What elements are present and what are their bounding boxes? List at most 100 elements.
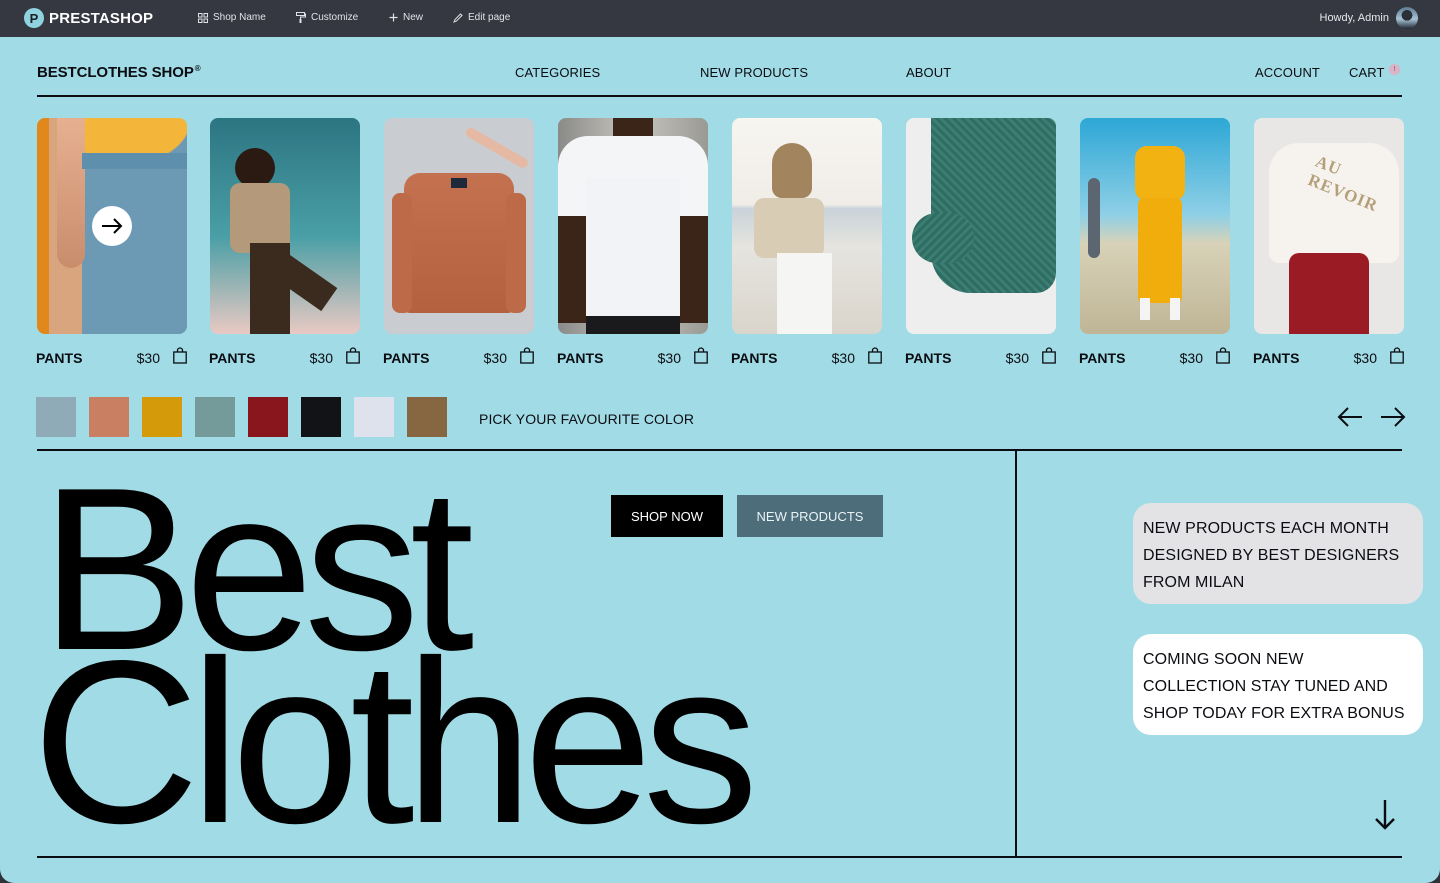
tshirt-body-shape <box>586 178 680 323</box>
arrow-left-icon[interactable] <box>1337 406 1363 428</box>
info-card-line: SHOP TODAY FOR EXTRA BONUS <box>1143 705 1405 722</box>
sleeve-left-shape <box>392 193 412 313</box>
sleeve-right-shape <box>506 193 526 313</box>
carousel-next-button[interactable] <box>92 206 132 246</box>
yellow-hoodie-shape <box>1135 146 1185 201</box>
product-price: $30 <box>831 350 855 366</box>
prestashop-logo[interactable]: P PRESTASHOP <box>24 8 153 28</box>
info-card-line: COMING SOON NEW <box>1143 651 1304 668</box>
color-swatch[interactable] <box>407 397 447 437</box>
product-card[interactable]: PANTS $30 <box>209 118 360 366</box>
arm-shape <box>57 118 85 268</box>
product-image[interactable] <box>558 118 708 334</box>
yellow-pants-shape <box>1138 198 1182 303</box>
product-image[interactable] <box>1080 118 1230 334</box>
nav-cart[interactable]: CART <box>1349 65 1385 80</box>
brand-logo[interactable]: BESTCLOTHES SHOP® <box>37 64 201 81</box>
product-name: PANTS <box>731 350 778 366</box>
product-image[interactable] <box>906 118 1056 334</box>
hero-title-line-2: Clothes <box>32 613 759 872</box>
info-card-line: COLLECTION STAY TUNED AND <box>1143 678 1388 695</box>
product-card[interactable]: PANTS $30 <box>383 118 534 366</box>
shop-now-button[interactable]: SHOP NOW <box>611 495 723 537</box>
product-price: $30 <box>657 350 681 366</box>
color-swatch[interactable] <box>354 397 394 437</box>
shopping-bag-icon[interactable] <box>1042 347 1056 364</box>
admin-shop-name-label: Shop Name <box>213 12 266 23</box>
new-products-button[interactable]: NEW PRODUCTS <box>737 495 883 537</box>
prestashop-logo-text: PRESTASHOP <box>49 9 154 27</box>
boot-left-shape <box>1140 298 1150 320</box>
color-swatch[interactable] <box>142 397 182 437</box>
product-name: PANTS <box>36 350 83 366</box>
shopping-bag-icon[interactable] <box>1216 347 1230 364</box>
shopping-bag-icon[interactable] <box>694 347 708 364</box>
shopping-bag-icon[interactable] <box>346 347 360 364</box>
product-card[interactable]: PANTS $30 <box>905 118 1056 366</box>
product-image[interactable] <box>732 118 882 334</box>
admin-avatar <box>1396 7 1418 29</box>
product-name: PANTS <box>383 350 430 366</box>
hoop-pole-shape <box>1088 178 1100 258</box>
hero-vertical-divider <box>1015 451 1017 857</box>
shopping-bag-icon[interactable] <box>173 347 187 364</box>
nav-categories[interactable]: CATEGORIES <box>515 65 600 80</box>
brand-name: BESTCLOTHES SHOP <box>37 64 194 81</box>
product-name: PANTS <box>557 350 604 366</box>
blouse-shape <box>754 198 824 258</box>
product-price: $30 <box>309 350 333 366</box>
color-swatch[interactable] <box>89 397 129 437</box>
admin-edit-page-link[interactable]: Edit page <box>453 12 510 23</box>
product-name: PANTS <box>209 350 256 366</box>
white-pants-shape <box>777 253 832 334</box>
product-price: $30 <box>483 350 507 366</box>
info-card-line: FROM MILAN <box>1143 574 1245 591</box>
product-price: $30 <box>136 350 160 366</box>
storefront-page: BESTCLOTHES SHOP® CATEGORIES NEW PRODUCT… <box>0 37 1440 883</box>
nav-new-products[interactable]: NEW PRODUCTS <box>700 65 808 80</box>
color-swatch[interactable] <box>301 397 341 437</box>
admin-customize-link[interactable]: Customize <box>296 12 358 23</box>
product-image[interactable]: AU REVOIR <box>1254 118 1404 334</box>
admin-shop-name-link[interactable]: Shop Name <box>198 12 266 23</box>
color-swatch[interactable] <box>195 397 235 437</box>
product-card[interactable]: PANTS $30 <box>1079 118 1230 366</box>
knit-sweater-shape <box>931 118 1056 293</box>
nav-about[interactable]: ABOUT <box>906 65 951 80</box>
shopping-bag-icon[interactable] <box>1390 347 1404 364</box>
product-price: $30 <box>1005 350 1029 366</box>
header-divider <box>37 95 1402 97</box>
info-card-coming-soon: COMING SOON NEW COLLECTION STAY TUNED AN… <box>1133 634 1423 735</box>
product-image[interactable] <box>210 118 360 334</box>
product-image[interactable] <box>384 118 534 334</box>
product-card[interactable]: PANTS $30 <box>731 118 882 366</box>
pants-shape <box>586 316 680 334</box>
head-shape <box>235 148 275 188</box>
pencil-icon <box>453 12 463 23</box>
info-card-new-products: NEW PRODUCTS EACH MONTH DESIGNED BY BEST… <box>1133 503 1423 604</box>
color-swatch[interactable] <box>248 397 288 437</box>
hand-shape <box>464 126 530 170</box>
color-swatch[interactable] <box>36 397 76 437</box>
product-price: $30 <box>1179 350 1203 366</box>
admin-customize-label: Customize <box>311 12 359 23</box>
nav-account[interactable]: ACCOUNT <box>1255 65 1320 80</box>
product-card[interactable]: AU REVOIR PANTS $30 <box>1253 118 1404 366</box>
waistband-shape <box>82 153 187 169</box>
jacket-shape <box>404 173 514 313</box>
product-price: $30 <box>1353 350 1377 366</box>
product-card[interactable]: PANTS $30 <box>557 118 708 366</box>
pick-color-label: PICK YOUR FAVOURITE COLOR <box>479 411 695 427</box>
arrow-right-icon[interactable] <box>1380 406 1406 428</box>
red-pants-shape <box>1289 253 1369 334</box>
paint-roller-icon <box>296 12 306 23</box>
shopping-bag-icon[interactable] <box>868 347 882 364</box>
product-card[interactable]: PANTS $30 <box>36 118 187 366</box>
arrow-right-icon <box>102 218 123 234</box>
cart-badge: ! <box>1389 64 1400 75</box>
shopping-bag-icon[interactable] <box>520 347 534 364</box>
arrow-down-icon[interactable] <box>1373 799 1397 831</box>
product-name: PANTS <box>905 350 952 366</box>
admin-new-link[interactable]: New <box>389 12 423 23</box>
admin-user-menu[interactable]: Howdy, Admin <box>1320 7 1418 29</box>
